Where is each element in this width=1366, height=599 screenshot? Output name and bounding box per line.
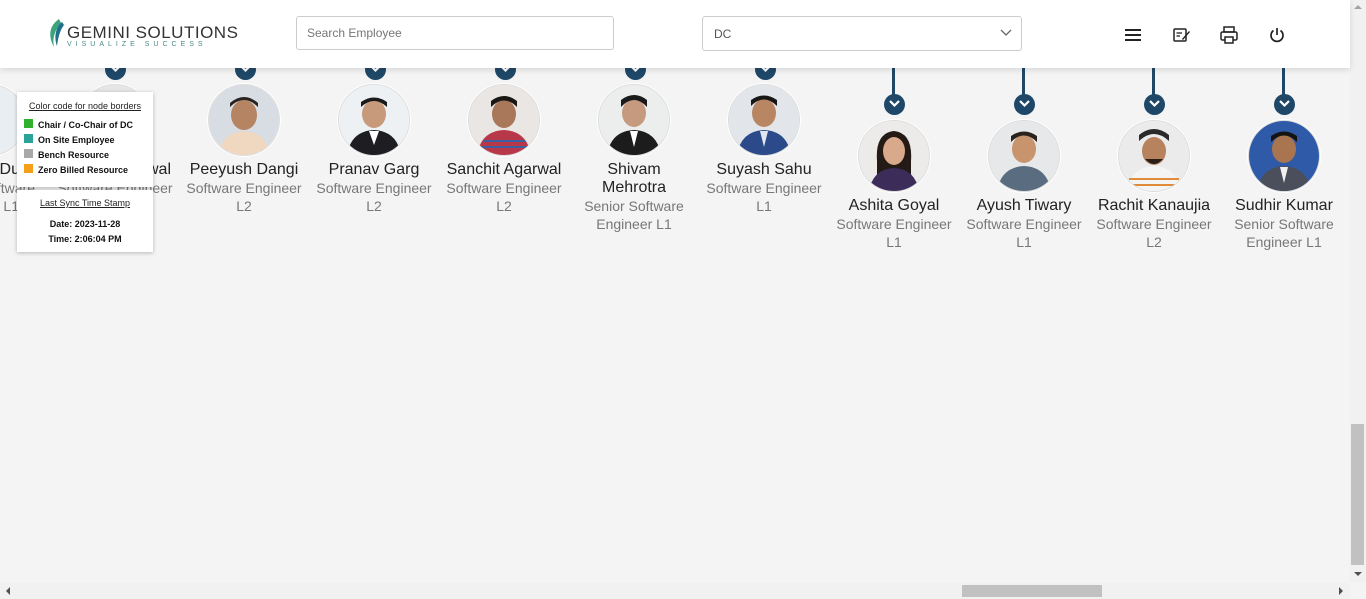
- employee-level: Engineer L1: [596, 216, 672, 232]
- employee-role: Software Engineer: [966, 216, 1082, 232]
- employee-role: Software Engineer: [186, 180, 302, 196]
- legend-item: Zero Billed Resource: [24, 164, 129, 175]
- expand-toggle-icon[interactable]: [755, 68, 776, 80]
- avatar: [858, 120, 930, 192]
- expand-toggle-icon[interactable]: [365, 68, 386, 80]
- expand-toggle-icon[interactable]: [625, 68, 646, 80]
- employee-role: Senior Software: [584, 198, 684, 214]
- vertical-scroll-thumb[interactable]: [1351, 424, 1364, 565]
- employee-name-line2: Mehrotra: [601, 179, 667, 196]
- legend-swatch: [24, 119, 33, 129]
- employee-name: Pranav Garg: [328, 161, 420, 178]
- legend-label: Bench Resource: [38, 150, 110, 160]
- avatar: [1248, 120, 1320, 192]
- employee-name: Suyash Sahu: [716, 161, 812, 178]
- employee-role: Software Engineer: [1096, 216, 1212, 232]
- employee-role: Software Engineer: [316, 180, 432, 196]
- sync-time: Time: 2:06:04 PM: [48, 234, 122, 244]
- legend-item: Bench Resource: [24, 149, 110, 160]
- expand-toggle-icon[interactable]: [1014, 94, 1035, 115]
- expand-toggle-icon[interactable]: [105, 68, 126, 80]
- chevron-down-icon: [1000, 29, 1012, 36]
- employee-name: Shivam: [607, 161, 661, 178]
- avatar: [208, 84, 280, 156]
- connector-line: [1022, 68, 1025, 95]
- expand-toggle-icon[interactable]: [1144, 94, 1165, 115]
- connector-line: [892, 68, 895, 95]
- legend-item: Chair / Co-Chair of DC: [24, 119, 134, 130]
- employee-level: L1: [1016, 234, 1032, 250]
- department-select-value: DC: [714, 27, 732, 41]
- employee-role: Software Engineer: [706, 180, 822, 196]
- sync-title: Last Sync Time Stamp: [39, 198, 131, 208]
- expand-toggle-icon[interactable]: [884, 94, 905, 115]
- leaf-logo-icon: [50, 19, 64, 47]
- horizontal-scrollbar[interactable]: [0, 583, 1350, 599]
- expand-toggle-icon[interactable]: [235, 68, 256, 80]
- scroll-right-arrow-icon[interactable]: [1334, 583, 1348, 599]
- legend-swatch: [24, 164, 33, 174]
- connector-line: [1282, 68, 1285, 95]
- node-border-legend: Color code for node borders Chair / Co-C…: [17, 92, 153, 187]
- avatar: [988, 120, 1060, 192]
- power-icon[interactable]: [1267, 25, 1287, 45]
- employee-role: Software Engineer: [446, 180, 562, 196]
- expand-toggle-icon[interactable]: [1274, 94, 1295, 115]
- legend-swatch: [24, 134, 33, 144]
- employee-level: L1: [886, 234, 902, 250]
- expand-toggle-icon[interactable]: [495, 68, 516, 80]
- employee-name: Ashita Goyal: [848, 197, 940, 214]
- legend-item: On Site Employee: [24, 134, 115, 145]
- employee-role: Senior Software: [1234, 216, 1334, 232]
- avatar: [338, 84, 410, 156]
- connector-line: [1152, 68, 1155, 95]
- last-sync-panel: Last Sync Time Stamp Date: 2023-11-28 Ti…: [17, 190, 153, 252]
- logo-tagline: VISUALIZE SUCCESS: [67, 41, 207, 48]
- department-select[interactable]: DC: [702, 16, 1022, 51]
- employee-level: L2: [366, 198, 382, 214]
- search-employee-input[interactable]: [296, 16, 614, 50]
- legend-label: Zero Billed Resource: [38, 165, 129, 175]
- employee-level: Engineer L1: [1246, 234, 1322, 250]
- avatar: [1118, 120, 1190, 192]
- employee-name: Sanchit Agarwal: [446, 161, 562, 178]
- legend-label: On Site Employee: [38, 135, 115, 145]
- sync-date: Date: 2023-11-28: [49, 219, 121, 229]
- legend-swatch: [24, 149, 33, 159]
- employee-name: Sudhir Kumar: [1235, 197, 1333, 214]
- company-logo[interactable]: GEMINI SOLUTIONS VISUALIZE SUCCESS: [47, 18, 238, 52]
- avatar: [728, 84, 800, 156]
- horizontal-scroll-thumb[interactable]: [962, 585, 1102, 597]
- employee-name: Peeyush Dangi: [189, 161, 299, 178]
- scroll-left-arrow-icon[interactable]: [1, 583, 15, 599]
- employee-name: Ayush Tiwary: [976, 197, 1072, 214]
- top-header: GEMINI SOLUTIONS VISUALIZE SUCCESS DC: [0, 0, 1350, 68]
- logo-brand: GEMINI SOLUTIONS: [67, 23, 239, 42]
- legend-label: Chair / Co-Chair of DC: [38, 120, 134, 130]
- scroll-down-arrow-icon[interactable]: [1350, 567, 1366, 581]
- print-icon[interactable]: [1219, 25, 1239, 45]
- employee-level: L1: [756, 198, 772, 214]
- employee-level: L2: [1146, 234, 1162, 250]
- employee-role: Software Engineer: [836, 216, 952, 232]
- edit-note-icon[interactable]: [1171, 25, 1191, 45]
- avatar: [598, 84, 670, 156]
- employee-name: Rachit Kanaujia: [1097, 197, 1211, 214]
- avatar: [468, 84, 540, 156]
- employee-level: L2: [236, 198, 252, 214]
- scroll-up-arrow-icon[interactable]: [1350, 0, 1366, 14]
- employee-level: L2: [496, 198, 512, 214]
- legend-title: Color code for node borders: [28, 101, 142, 111]
- menu-icon[interactable]: [1123, 25, 1143, 45]
- org-chart-canvas[interactable]: Du oftware r L1 wal Software Engineer Pe…: [0, 68, 1350, 583]
